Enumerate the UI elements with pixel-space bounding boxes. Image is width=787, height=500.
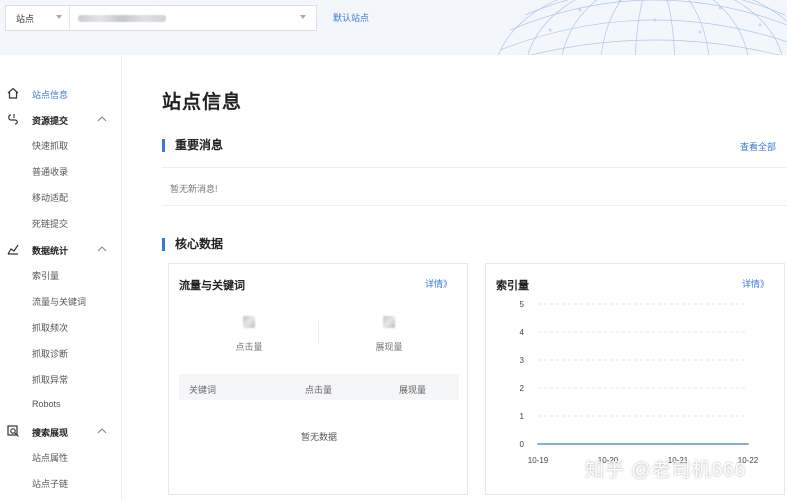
- index-card-title: 索引量: [496, 280, 529, 292]
- sidebar-item-label: 死链提交: [32, 219, 69, 229]
- sidebar-item-4[interactable]: 移动适配: [0, 186, 122, 206]
- chevron-up-icon[interactable]: [97, 245, 107, 253]
- news-empty-text: 暂无新消息!: [170, 184, 218, 194]
- sidebar-item-label: 流量与关键词: [32, 297, 87, 307]
- section-title-core: 核心数据: [162, 238, 223, 251]
- sidebar-item-12[interactable]: Robots: [0, 394, 122, 414]
- sidebar-item-label: 站点子链: [32, 479, 69, 489]
- submit-icon: [6, 112, 20, 126]
- caret-down-icon: [56, 15, 62, 19]
- sidebar-item-label: 抓取诊断: [32, 349, 69, 359]
- page-title: 站点信息: [162, 92, 243, 113]
- traffic-detail-link[interactable]: 详情》: [425, 277, 452, 290]
- default-site-link[interactable]: 默认站点: [333, 11, 369, 24]
- home-icon: [6, 86, 20, 100]
- news-panel: 暂无新消息!: [162, 167, 787, 206]
- sidebar: 站点信息资源提交快速抓取普通收录移动适配死链提交数据统计索引量流量与关键词 抓取频…: [0, 55, 122, 500]
- y-tick-label: 1: [520, 412, 525, 421]
- metric-clicks-label: 点击量: [235, 342, 263, 352]
- sidebar-item-6[interactable]: 数据统计: [0, 239, 122, 259]
- sidebar-item-0[interactable]: 站点信息: [0, 83, 122, 103]
- metric-impressions: 展现量: [349, 316, 429, 353]
- sidebar-item-9[interactable]: 抓取频次: [0, 316, 122, 336]
- metric-clicks: 点击量: [209, 316, 289, 353]
- sidebar-item-7[interactable]: 索引量: [0, 264, 122, 284]
- y-tick-label: 2: [520, 384, 525, 393]
- top-bar: 站点 默认站点: [0, 0, 787, 55]
- sidebar-item-label: 站点信息: [32, 90, 69, 100]
- sidebar-item-8[interactable]: 流量与关键词: [0, 290, 122, 310]
- globe-graphic: [498, 0, 787, 55]
- stats-icon: [6, 242, 20, 256]
- caret-down-icon: [300, 15, 306, 19]
- sidebar-item-label: 移动适配: [32, 193, 69, 203]
- site-type-dropdown[interactable]: 站点: [6, 6, 70, 30]
- sidebar-item-label: 数据统计: [32, 246, 69, 256]
- data-point: [747, 443, 749, 445]
- y-tick-label: 5: [520, 300, 525, 309]
- col-keyword: 关键词: [189, 385, 217, 395]
- sidebar-item-label: 抓取频次: [32, 323, 69, 333]
- metric-impressions-label: 展现量: [375, 342, 403, 352]
- index-detail-link[interactable]: 详情》: [742, 277, 769, 290]
- chevron-up-icon[interactable]: [97, 115, 107, 123]
- metric-divider: [318, 321, 319, 345]
- keyword-table-header: 关键词 点击量 展现量: [179, 374, 459, 400]
- data-point: [537, 443, 539, 445]
- sidebar-item-13[interactable]: 搜索展现: [0, 421, 122, 441]
- x-tick-label: 10-19: [528, 456, 549, 465]
- site-selector[interactable]: 站点: [5, 5, 317, 31]
- sidebar-item-label: Robots: [32, 399, 61, 409]
- watermark: 知乎 @老司机666: [585, 460, 747, 481]
- metric-clicks-value-blurred: [243, 316, 255, 328]
- sidebar-item-11[interactable]: 抓取异常: [0, 368, 122, 388]
- chevron-up-icon[interactable]: [97, 427, 107, 435]
- sidebar-item-label: 普通收录: [32, 167, 69, 177]
- metric-impressions-value-blurred: [383, 316, 395, 328]
- sidebar-item-label: 抓取异常: [32, 375, 69, 385]
- y-tick-label: 0: [520, 440, 525, 449]
- y-tick-label: 3: [520, 356, 525, 365]
- col-clicks: 点击量: [305, 385, 333, 395]
- sidebar-item-label: 快速抓取: [32, 141, 69, 151]
- search-display-icon: [6, 424, 20, 438]
- sidebar-item-10[interactable]: 抓取诊断: [0, 342, 122, 362]
- col-impressions: 展现量: [399, 385, 427, 395]
- data-point: [607, 443, 609, 445]
- sidebar-item-label: 资源提交: [32, 116, 69, 126]
- sidebar-item-label: 站点属性: [32, 453, 69, 463]
- sidebar-item-1[interactable]: 资源提交: [0, 109, 122, 129]
- sidebar-item-label: 索引量: [32, 271, 60, 281]
- sidebar-item-15[interactable]: 站点子链: [0, 472, 122, 492]
- keyword-table-empty: 暂无数据: [300, 432, 337, 442]
- sidebar-item-label: 搜索展现: [32, 428, 69, 438]
- section-title-news: 重要消息: [162, 139, 223, 152]
- traffic-card-title: 流量与关键词: [179, 280, 245, 292]
- site-type-label: 站点: [16, 13, 35, 24]
- site-url-blurred: [78, 14, 166, 22]
- sidebar-item-14[interactable]: 站点属性: [0, 446, 122, 466]
- sidebar-item-2[interactable]: 快速抓取: [0, 134, 122, 154]
- data-point: [677, 443, 679, 445]
- view-all-link[interactable]: 查看全部: [740, 140, 776, 153]
- site-url-dropdown[interactable]: [70, 6, 316, 30]
- traffic-card: 流量与关键词 详情》 点击量 展现量 关键词 点击量 展现量 暂无数据: [168, 263, 468, 495]
- y-tick-label: 4: [520, 328, 525, 337]
- sidebar-item-3[interactable]: 普通收录: [0, 160, 122, 180]
- sidebar-item-5[interactable]: 死链提交: [0, 212, 122, 232]
